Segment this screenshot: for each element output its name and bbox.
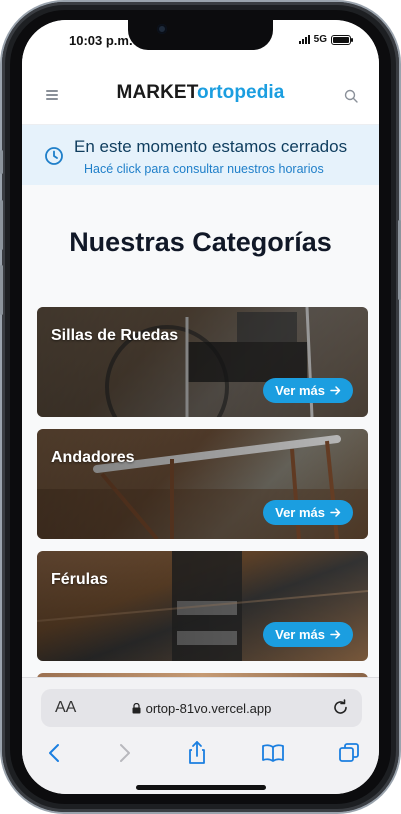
ver-mas-button[interactable]: Ver más <box>263 500 353 525</box>
logo-ortopedia: ortopedia <box>197 82 285 103</box>
ver-mas-button[interactable]: Ver más <box>263 378 353 403</box>
reload-icon[interactable] <box>332 699 349 716</box>
camera <box>157 24 167 34</box>
status-time: 10:03 p.m. <box>69 33 133 48</box>
banner-title: En este momento estamos cerrados <box>74 137 348 156</box>
ver-mas-label: Ver más <box>275 383 325 398</box>
arrow-right-icon <box>330 386 341 395</box>
action-button <box>0 150 3 174</box>
url-display[interactable]: ortop-81vo.vercel.app <box>41 701 362 716</box>
url-text: ortop-81vo.vercel.app <box>145 701 272 716</box>
forward-icon[interactable] <box>111 740 137 766</box>
category-label: Andadores <box>51 449 135 466</box>
category-card-sillas[interactable]: Sillas de Ruedas Ver más <box>37 307 368 417</box>
volume-up-button <box>0 200 3 250</box>
ver-mas-label: Ver más <box>275 505 325 520</box>
clock-icon <box>45 147 63 165</box>
signal-icon <box>298 35 310 44</box>
category-card-ferulas[interactable]: Férulas Ver más <box>37 551 368 661</box>
bookmarks-icon[interactable] <box>260 740 286 766</box>
category-label: Férulas <box>51 571 108 588</box>
share-icon[interactable] <box>184 740 210 766</box>
arrow-right-icon <box>330 508 341 517</box>
browser-nav <box>22 740 379 774</box>
arrow-right-icon <box>330 630 341 639</box>
back-icon[interactable] <box>42 740 68 766</box>
ver-mas-label: Ver más <box>275 627 325 642</box>
tabs-icon[interactable] <box>336 740 362 766</box>
notch <box>128 20 273 50</box>
banner-schedule-link[interactable]: Hacé click para consultar nuestros horar… <box>84 162 324 176</box>
section-title: Nuestras Categorías <box>69 227 332 257</box>
address-bar[interactable]: AA ortop-81vo.vercel.app <box>41 689 362 727</box>
search-icon[interactable] <box>344 89 358 103</box>
phone-screen: 10:03 p.m. 5G MARKETortopedia En este mo… <box>22 20 379 794</box>
category-label: Sillas de Ruedas <box>51 327 179 344</box>
home-indicator <box>136 785 266 790</box>
site-logo[interactable]: MARKETortopedia <box>22 82 379 104</box>
site-header: MARKETortopedia <box>22 64 379 125</box>
closed-banner[interactable]: En este momento estamos cerrados Hacé cl… <box>22 125 379 185</box>
lock-icon <box>132 703 141 714</box>
browser-toolbar: AA ortop-81vo.vercel.app <box>22 677 379 794</box>
category-card-andadores[interactable]: Andadores Ver más <box>37 429 368 539</box>
volume-down-button <box>0 265 3 315</box>
logo-market: MARKET <box>116 82 197 103</box>
battery-icon <box>331 34 353 45</box>
network-type: 5G <box>313 34 327 45</box>
ver-mas-button[interactable]: Ver más <box>263 622 353 647</box>
